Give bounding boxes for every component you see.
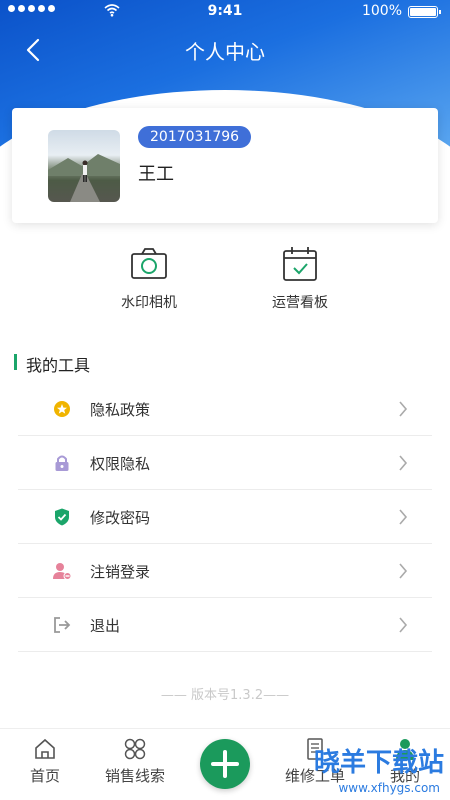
star-coin-icon: [54, 401, 70, 417]
add-button[interactable]: [200, 739, 250, 789]
menu-label: 退出: [90, 617, 121, 635]
operations-dashboard-button[interactable]: 运营看板: [240, 244, 360, 312]
tab-label: 首页: [29, 767, 60, 785]
watermark-camera-label: 水印相机: [121, 295, 177, 311]
plus-icon: [211, 750, 239, 778]
chevron-right-icon: [399, 563, 408, 579]
home-icon: [35, 738, 55, 759]
menu-label: 修改密码: [90, 509, 151, 527]
operations-dashboard-label: 运营看板: [272, 295, 328, 311]
tools-menu: 隐私政策 权限隐私 修改密码 注销登录 退出: [18, 382, 432, 652]
chevron-right-icon: [399, 455, 408, 471]
watermark-camera-button[interactable]: 水印相机: [89, 244, 209, 312]
tab-bar: 首页 销售线索 维修工单 我的 晓羊下载站 www.xfhygs.com: [0, 728, 450, 800]
menu-label: 权限隐私: [90, 455, 151, 473]
profile-card[interactable]: 2017031796 王工: [12, 108, 438, 223]
tab-sales-leads[interactable]: 销售线索: [95, 737, 175, 786]
tab-home[interactable]: 首页: [5, 737, 85, 786]
avatar[interactable]: [48, 130, 120, 202]
version-label: —— 版本号1.3.2——: [160, 688, 290, 703]
section-title: 我的工具: [14, 352, 90, 376]
calendar-check-icon: [283, 247, 317, 281]
user-id-badge: 2017031796: [138, 126, 252, 148]
tab-label: 销售线索: [104, 767, 165, 785]
menu-item-logout-account[interactable]: 注销登录: [18, 544, 432, 598]
status-bar: 9:41 100%: [0, 0, 450, 24]
chevron-right-icon: [399, 401, 408, 417]
menu-item-permission-privacy[interactable]: 权限隐私: [18, 436, 432, 490]
site-watermark-url: www.xfhygs.com: [338, 781, 440, 795]
battery-icon: [408, 6, 441, 18]
battery-percent: 100%: [361, 3, 402, 19]
menu-item-exit[interactable]: 退出: [18, 598, 432, 652]
site-watermark: 晓羊下载站: [313, 748, 444, 778]
chevron-right-icon: [399, 509, 408, 525]
menu-item-change-password[interactable]: 修改密码: [18, 490, 432, 544]
menu-item-privacy-policy[interactable]: 隐私政策: [18, 382, 432, 436]
lock-icon: [55, 455, 69, 471]
chevron-right-icon: [399, 617, 408, 633]
user-remove-icon: [53, 563, 72, 580]
grid-clover-icon: [124, 738, 146, 760]
user-name: 王工: [138, 164, 174, 185]
shield-check-icon: [55, 508, 69, 526]
page-title: 个人中心: [185, 40, 265, 64]
logout-icon: [54, 617, 71, 633]
menu-label: 隐私政策: [90, 401, 151, 419]
menu-label: 注销登录: [90, 563, 151, 581]
camera-icon: [131, 248, 167, 279]
